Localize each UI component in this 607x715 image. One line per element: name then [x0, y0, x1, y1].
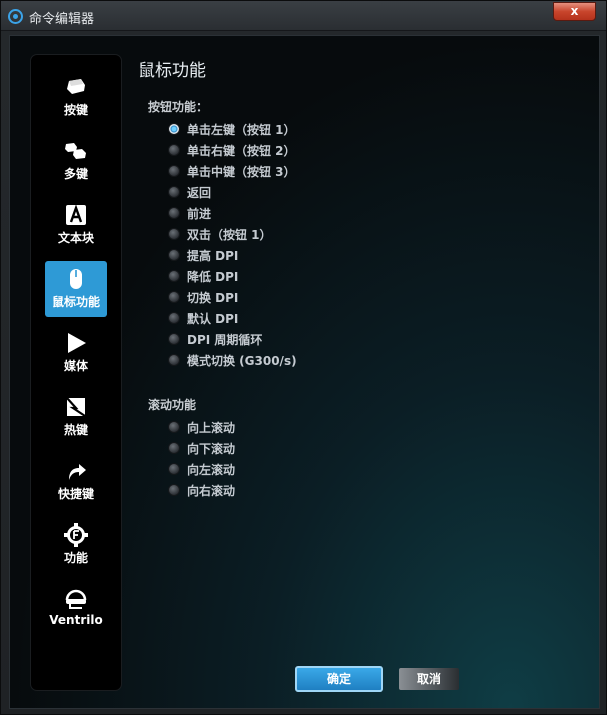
sidebar-item-text-block[interactable]: 文本块: [45, 197, 107, 253]
radio-button[interactable]: [168, 207, 180, 219]
shortcut-arrow-icon: [69, 464, 86, 480]
logitech-logo-icon: [8, 9, 23, 24]
sidebar-item-label: 文本块: [57, 231, 94, 245]
mouse-icon: [70, 269, 82, 289]
sidebar-item-label: 按键: [63, 103, 88, 117]
radio-option-label: 双击（按钮 1）: [187, 228, 272, 242]
radio-button[interactable]: [168, 144, 180, 156]
sidebar-item-media[interactable]: 媒体: [45, 325, 107, 381]
radio-option-label: 单击左键（按钮 1）: [187, 123, 296, 137]
radio-button[interactable]: [168, 186, 180, 198]
function-gear-icon: [64, 523, 88, 547]
radio-option-label: 前进: [187, 207, 212, 221]
radio-button[interactable]: [168, 312, 180, 324]
radio-option-label: 返回: [187, 186, 212, 200]
sidebar-item-shortcut[interactable]: 快捷键: [45, 453, 107, 509]
radio-button[interactable]: [168, 484, 180, 496]
sidebar-item-label: 快捷键: [57, 487, 94, 501]
radio-button[interactable]: [168, 291, 180, 303]
headset-icon: [65, 589, 87, 609]
radio-option-label: 模式切换 (G300/s): [187, 354, 297, 368]
radio-button[interactable]: [168, 249, 180, 261]
radio-option-label: 单击中键（按钮 3）: [187, 165, 296, 179]
window-title: 命令编辑器: [29, 12, 95, 27]
radio-button[interactable]: [168, 165, 180, 177]
sidebar-item-label: 媒体: [63, 359, 88, 373]
radio-option-label: 提高 DPI: [187, 249, 239, 263]
sidebar-item-keystroke[interactable]: 按键: [45, 69, 107, 125]
sidebar-item-hotkey[interactable]: 热键: [45, 389, 107, 445]
sidebar-item-function[interactable]: 功能: [45, 517, 107, 573]
sidebar-item-mouse-function[interactable]: 鼠标功能: [45, 261, 107, 317]
sidebar-item-label: 多键: [63, 167, 88, 181]
radio-button[interactable]: [168, 463, 180, 475]
radio-option-label: 向右滚动: [187, 484, 236, 498]
radio-option-label: DPI 周期循环: [187, 333, 263, 347]
radio-button[interactable]: [168, 442, 180, 454]
radio-option-label: 向下滚动: [187, 442, 236, 456]
multi-key-icon: [65, 143, 86, 159]
sidebar-item-multikey[interactable]: 多键: [45, 133, 107, 189]
radio-option-label: 向左滚动: [187, 463, 236, 477]
cancel-button[interactable]: 取消: [399, 668, 459, 690]
radio-button[interactable]: [168, 270, 180, 282]
command-editor-window: 命令编辑器 x 按键 多键 文本块 鼠标功能 媒体 热键 快捷键 功能 Vent…: [0, 0, 607, 715]
scroll-functions-title: 滚动功能: [148, 398, 197, 412]
command-type-sidebar: 按键 多键 文本块 鼠标功能 媒体 热键 快捷键 功能 Ventrilo: [30, 54, 122, 691]
sidebar-item-label: 功能: [63, 551, 88, 565]
radio-option-label: 单击右键（按钮 2）: [187, 144, 296, 158]
radio-button[interactable]: [168, 228, 180, 240]
button-functions-title: 按钮功能：: [148, 100, 209, 114]
ok-button[interactable]: 确定: [295, 666, 383, 692]
hotkey-icon: [66, 397, 86, 417]
radio-button[interactable]: [168, 333, 180, 345]
sidebar-item-ventrilo[interactable]: Ventrilo: [45, 581, 107, 637]
radio-option-label: 切换 DPI: [187, 291, 239, 305]
radio-option-label: 降低 DPI: [187, 270, 239, 284]
title-bar[interactable]: 命令编辑器 x: [1, 1, 606, 31]
radio-button-selected[interactable]: [168, 123, 180, 135]
close-button[interactable]: x: [553, 2, 596, 21]
radio-button[interactable]: [168, 421, 180, 433]
radio-button[interactable]: [168, 354, 180, 366]
sidebar-item-label: 热键: [63, 423, 88, 437]
radio-option-label: 向上滚动: [187, 421, 236, 435]
text-block-icon: [66, 204, 86, 225]
editor-panel: 按键 多键 文本块 鼠标功能 媒体 热键 快捷键 功能 Ventrilo 鼠标功…: [9, 35, 600, 709]
play-icon: [68, 333, 86, 353]
page-title: 鼠标功能: [138, 61, 206, 81]
radio-option-label: 默认 DPI: [187, 312, 239, 326]
sidebar-item-label: Ventrilo: [49, 613, 103, 627]
sidebar-item-label: 鼠标功能: [51, 295, 100, 309]
key-icon: [67, 79, 85, 94]
